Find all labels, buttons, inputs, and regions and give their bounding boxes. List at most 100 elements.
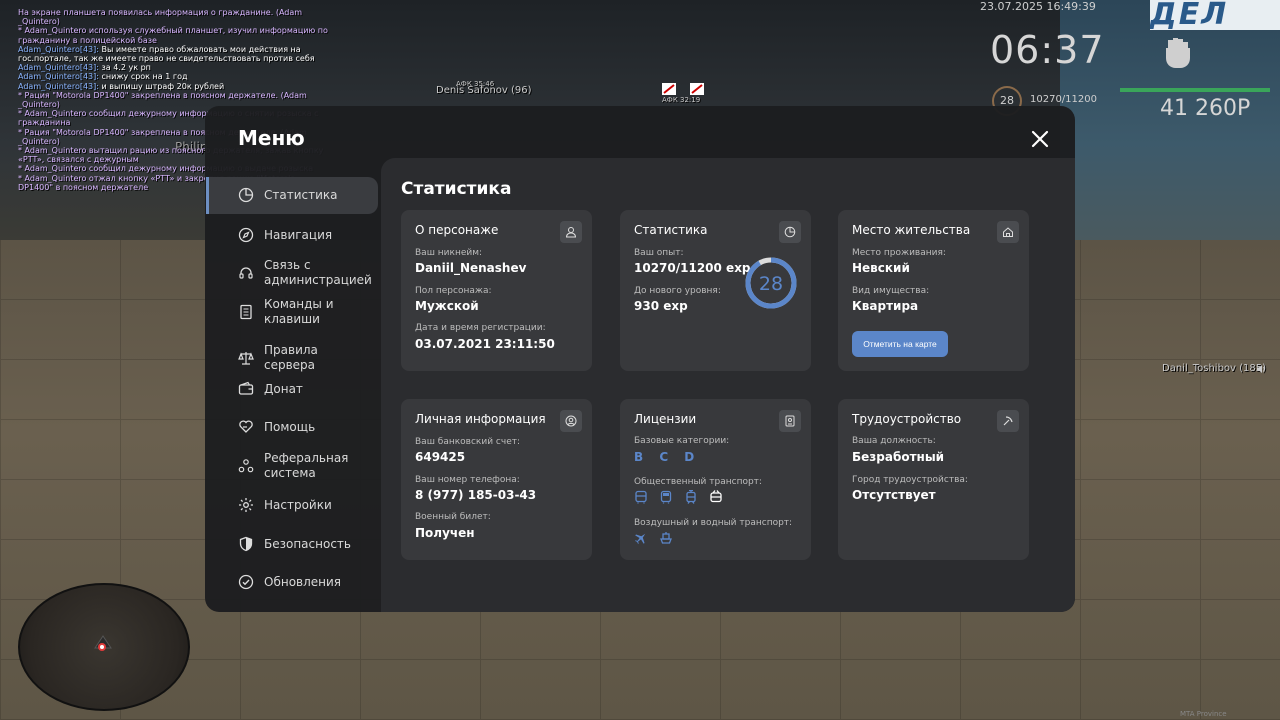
phone-label: Ваш номер телефона: [415,475,520,485]
sidebar-item-10[interactable]: Безопасность [238,536,364,552]
chat-sender: Adam_Quintero[43]: [18,63,99,73]
chat-line: На экране планшета появилась информация … [18,8,303,27]
airplane-icon [634,533,646,545]
sidebar-item-label: Навигация [264,227,333,242]
heart-hand-icon [239,420,253,433]
menu-title: Меню [238,126,305,150]
card-stats: Статистика Ваш опыт: 10270/11200 exp До … [620,210,811,371]
chat-line: * Adam_Quintero используя служебный план… [18,26,328,45]
next-level-value: 930 exp [634,299,688,313]
sidebar-item-label: Связь с администрацией [264,258,372,287]
boat-icon [660,532,672,544]
close-icon[interactable] [1028,127,1052,151]
chat-text: за 4.2 ук рп [101,63,151,73]
reg-label: Дата и время регистрации: [415,323,546,333]
sidebar-item-7[interactable]: Помощь [238,419,364,435]
card-title: О персонаже [415,223,499,237]
bank-label: Ваш банковский счет: [415,437,521,447]
sidebar-item-1[interactable]: Статистика [238,187,364,203]
sidebar-item-3[interactable]: Связь с администрацией [238,258,372,287]
watermark: MTA Province [1180,710,1227,718]
bus-icon [635,490,647,504]
card-character: О персонаже Ваш никнейм: Daniil_Nenashev… [401,210,592,371]
sidebar-item-5[interactable]: Правила сервера [238,343,364,372]
chat-sender: Adam_Quintero[43]: [18,81,99,91]
sidebar-item-11[interactable]: Обновления [238,574,364,590]
hud-clock: 06:37 [990,28,1105,72]
nick-label: Ваш никнейм: [415,248,483,258]
content-title: Статистика [401,179,512,199]
city-value: Отсутствует [852,488,936,502]
sidebar-item-6[interactable]: Донат [238,381,364,397]
hud-datetime: 23.07.2025 16:49:39 [980,0,1096,13]
minibus-icon [660,490,672,504]
sidebar-item-label: Статистика [264,187,338,202]
pickaxe-icon [997,410,1019,432]
gender-value: Мужской [415,299,479,313]
sidebar-item-label: Обновления [264,574,342,589]
health-bar [1120,88,1270,92]
chat-line: Adam_Quintero[43]: за 4.2 ук рп [18,63,328,72]
chat-text: снижу срок на 1 год [101,72,188,82]
military-value: Получен [415,526,475,540]
chat-line: Adam_Quintero[43]: и выпишу штраф 20к ру… [18,82,328,91]
exp-label: Ваш опыт: [634,248,684,258]
hud-money: 41 260Р [1160,96,1251,121]
hud-exp: 10270/11200 [1030,94,1097,105]
sidebar-item-label: Настройки [264,497,332,512]
place-label: Место проживания: [852,248,946,258]
player-nametag-danil: Danil_Toshibov (185) [1162,363,1267,374]
pie-chart-icon [238,187,254,203]
gender-label: Пол персонажа: [415,286,492,296]
pie-chart-icon [779,221,801,243]
person-icon [560,221,582,243]
level-number: 28 [759,273,783,295]
sidebar-item-label: Помощь [264,419,316,434]
exp-value: 10270/11200 exp [634,261,751,275]
sidebar-item-4[interactable]: Команды и клавиши [238,297,364,326]
sidebar-item-9[interactable]: Настройки [238,497,364,513]
card-title: Личная информация [415,412,546,426]
user-circle-icon [560,410,582,432]
chat-line: Adam_Quintero[43]: снижу срок на 1 год [18,72,328,81]
mute-icon [662,83,676,95]
sidebar-item-label: Команды и клавиши [264,297,334,326]
next-level-label: До нового уровня: [634,286,721,296]
public-transport-label: Общественный транспорт: [634,477,762,487]
tram-icon [686,490,696,504]
air-water-label: Воздушный и водный транспорт: [634,518,793,528]
id-card-icon [779,410,801,432]
card-title: Лицензии [634,412,697,426]
sidebar-item-label: Реферальная система [264,451,349,480]
mute-icon [690,83,704,95]
player-nametag-denis: Denis Safonov (96) [436,85,532,96]
air-water-icons [634,531,673,545]
position-label: Ваша должность: [852,436,936,446]
sidebar-item-2[interactable]: Навигация [238,227,364,243]
card-licenses: Лицензии Базовые категории: B C D Общест… [620,399,811,560]
card-title: Статистика [634,223,708,237]
bank-value: 649425 [415,450,466,464]
card-residence: Место жительства Место проживания: Невск… [838,210,1029,371]
chat-sender: Adam_Quintero[43]: [18,72,99,82]
trolleybus-icon [710,490,722,503]
property-value: Квартира [852,299,919,313]
mark-on-map-button[interactable]: Отметить на карте [852,331,948,357]
speaker-icon [1257,365,1265,373]
card-personal: Личная информация Ваш банковский счет: 6… [401,399,592,560]
referral-icon [238,458,254,472]
sidebar-item-label: Правила сервера [264,343,318,372]
chat-text: и выпишу штраф 20к рублей [101,81,225,91]
gear-icon [239,498,253,512]
position-value: Безработный [852,450,945,464]
shield-icon [239,536,253,552]
sidebar-item-8[interactable]: Реферальная система [238,451,364,480]
fist-icon [1166,38,1190,68]
nick-value: Daniil_Nenashev [415,261,527,275]
property-label: Вид имущества: [852,286,930,296]
document-icon [240,304,252,319]
base-categories-label: Базовые категории: [634,436,730,446]
military-label: Военный билет: [415,512,491,522]
scales-icon [238,351,254,365]
home-icon [997,221,1019,243]
